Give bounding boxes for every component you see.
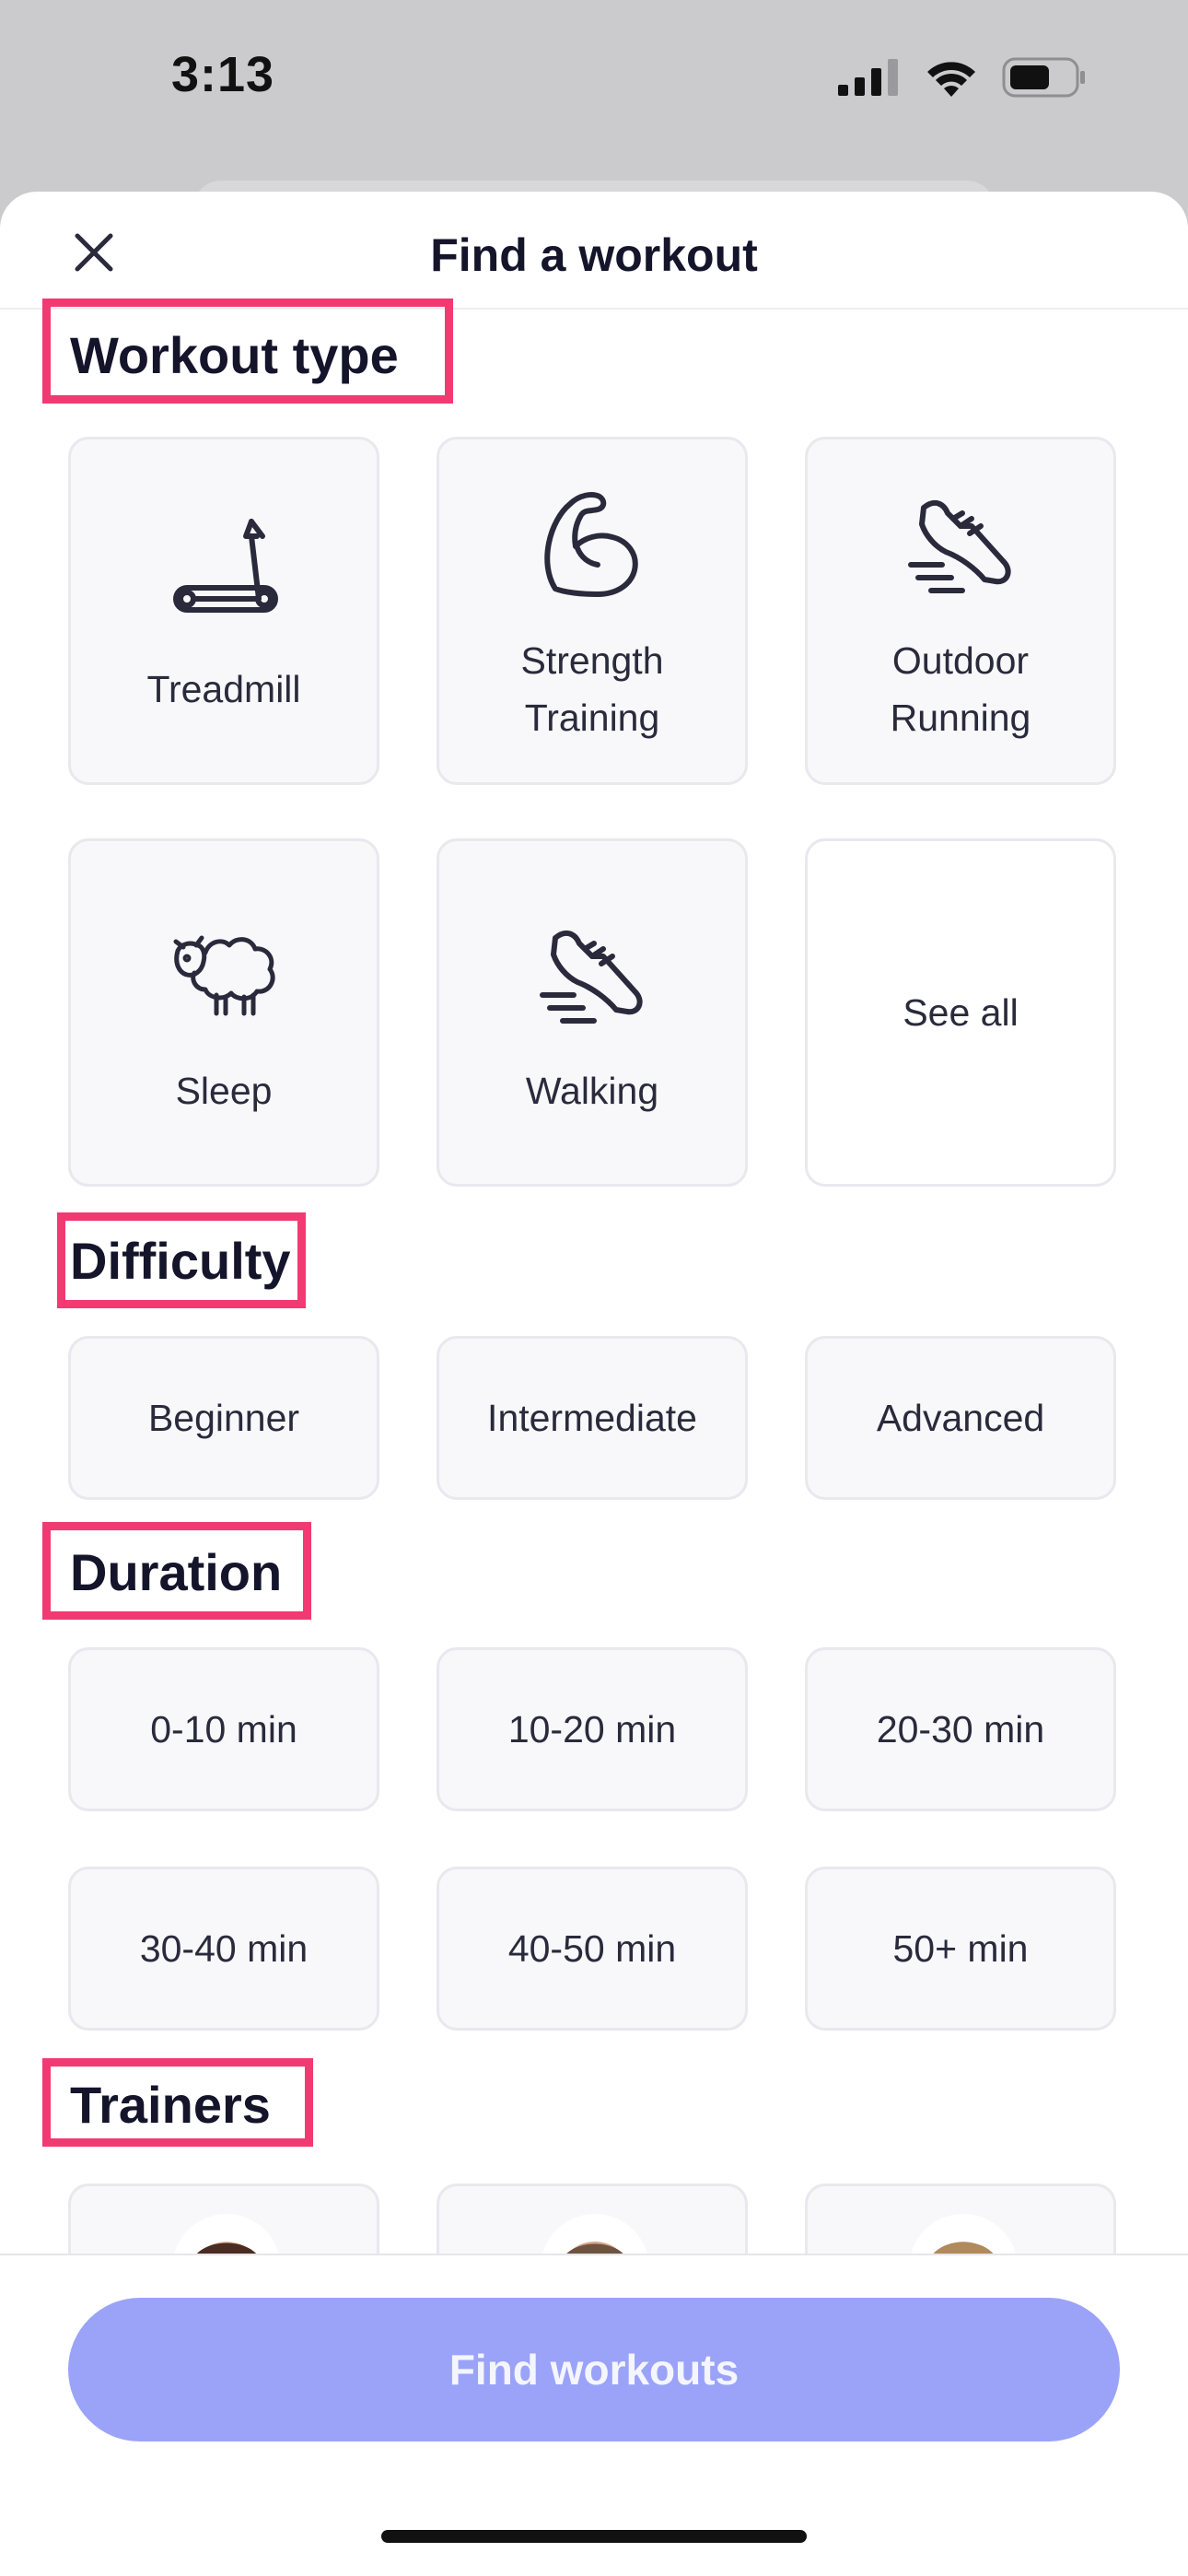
footer: Find workouts — [0, 2254, 1188, 2576]
tile-label: Strength Training — [520, 639, 664, 739]
duration-10-20[interactable]: 10-20 min — [437, 1647, 748, 1811]
workout-type-strength-training[interactable]: Strength Training — [437, 437, 748, 785]
duration-0-10[interactable]: 0-10 min — [68, 1647, 379, 1811]
treadmill-icon — [155, 504, 293, 642]
status-time: 3:13 — [171, 47, 275, 102]
duration-20-30[interactable]: 20-30 min — [805, 1647, 1116, 1811]
workout-type-walking[interactable]: Walking — [437, 838, 748, 1187]
workout-type-see-all[interactable]: See all — [805, 838, 1116, 1187]
difficulty-advanced[interactable]: Advanced — [805, 1336, 1116, 1500]
tile-label: See all — [903, 991, 1019, 1034]
section-title-trainers: Trainers — [70, 2076, 271, 2134]
section-title-workout-type: Workout type — [70, 326, 399, 384]
screen: 3:13 Find a workout Workout type Treadmi… — [0, 0, 1188, 2576]
running-shoe-icon — [891, 475, 1030, 614]
battery-icon — [1002, 57, 1087, 102]
workout-type-outdoor-running[interactable]: Outdoor Running — [805, 437, 1116, 785]
status-bar: 3:13 — [0, 0, 1188, 157]
workout-type-treadmill[interactable]: Treadmill — [68, 437, 379, 785]
sheet-title: Find a workout — [430, 229, 758, 281]
cellular-signal-icon — [838, 59, 901, 100]
tile-label: Sleep — [175, 1070, 273, 1112]
duration-50-plus[interactable]: 50+ min — [805, 1867, 1116, 2031]
workout-type-sleep[interactable]: Sleep — [68, 838, 379, 1187]
difficulty-beginner[interactable]: Beginner — [68, 1336, 379, 1500]
tile-label: Walking — [525, 1070, 659, 1112]
tile-label: Outdoor Running — [890, 639, 1031, 739]
find-workouts-button[interactable]: Find workouts — [68, 2298, 1120, 2441]
section-title-difficulty: Difficulty — [70, 1232, 291, 1290]
walking-shoe-icon — [523, 906, 661, 1044]
tile-label: Treadmill — [146, 668, 301, 710]
section-title-duration: Duration — [70, 1543, 283, 1601]
sheep-icon — [155, 906, 293, 1044]
home-indicator[interactable] — [381, 2530, 807, 2543]
duration-40-50[interactable]: 40-50 min — [437, 1867, 748, 2031]
find-workout-sheet: Find a workout Workout type Treadmill St… — [0, 192, 1188, 2576]
status-icons — [838, 57, 1087, 102]
difficulty-intermediate[interactable]: Intermediate — [437, 1336, 748, 1500]
duration-30-40[interactable]: 30-40 min — [68, 1867, 379, 2031]
wifi-icon — [925, 58, 978, 101]
sheet-header: Find a workout — [0, 192, 1188, 310]
flexed-arm-icon — [523, 475, 661, 614]
